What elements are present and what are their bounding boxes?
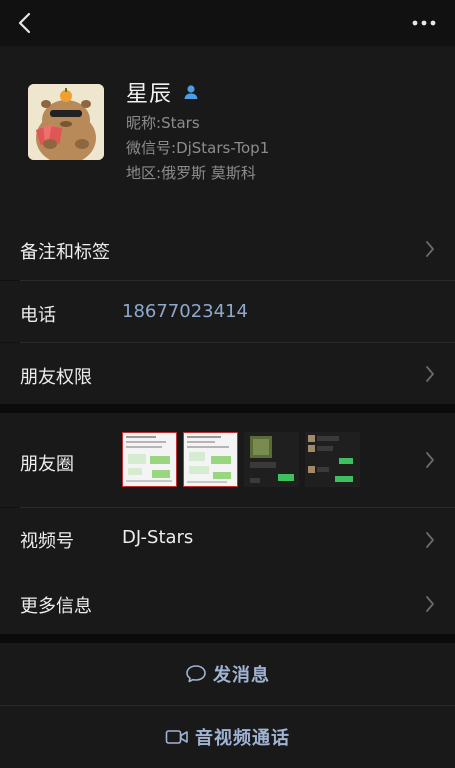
- nickname-label: 昵称:: [126, 114, 162, 132]
- channels-value: DJ-Stars: [122, 527, 194, 548]
- channels-row[interactable]: 视频号 DJ-Stars: [0, 508, 455, 570]
- phone-label: 电话: [20, 305, 56, 326]
- chevron-right-icon: [426, 366, 434, 382]
- phone-row[interactable]: 电话 18677023414: [0, 281, 455, 342]
- capybara-avatar-icon: [28, 84, 104, 160]
- video-call-button[interactable]: 音视频通话: [0, 706, 455, 768]
- remark-and-tags-row[interactable]: 备注和标签: [0, 218, 455, 280]
- chat-bubble-icon: [186, 665, 206, 683]
- nickname-value: Stars: [161, 114, 200, 132]
- more-options-icon[interactable]: [411, 12, 437, 34]
- moments-thumbnail: [122, 432, 177, 487]
- male-gender-icon: [184, 85, 198, 99]
- moments-thumbnail: [183, 432, 238, 487]
- region-value: 俄罗斯 莫斯科: [161, 164, 256, 182]
- moments-label: 朋友圈: [20, 454, 74, 475]
- section-gap: [0, 404, 455, 413]
- name-row: 星辰: [126, 76, 200, 108]
- channels-label: 视频号: [20, 531, 74, 552]
- chevron-right-icon: [426, 452, 434, 468]
- chat-screenshot-icon: [244, 432, 299, 487]
- video-call-label: 音视频通话: [195, 728, 290, 749]
- more-info-row[interactable]: 更多信息: [0, 570, 455, 634]
- region-label: 地区:: [126, 164, 162, 182]
- contact-name: 星辰: [126, 82, 173, 107]
- remark-label: 备注和标签: [20, 242, 110, 263]
- top-bar: [0, 0, 455, 46]
- permissions-label: 朋友权限: [20, 367, 92, 388]
- phone-number-link[interactable]: 18677023414: [122, 301, 248, 322]
- send-message-label: 发消息: [213, 665, 270, 686]
- friend-permissions-row[interactable]: 朋友权限: [0, 343, 455, 404]
- chat-screenshot-icon: [183, 432, 238, 487]
- moments-thumbnail: [244, 432, 299, 487]
- wechat-id-line: 微信号:DjStars-Top1: [126, 137, 269, 158]
- nickname-line: 昵称:Stars: [126, 112, 200, 133]
- wechat-id-label: 微信号:: [126, 139, 177, 157]
- chevron-right-icon: [426, 241, 434, 257]
- avatar[interactable]: [28, 84, 104, 160]
- chat-screenshot-icon: [305, 432, 360, 487]
- chevron-right-icon: [426, 532, 434, 548]
- region-line: 地区:俄罗斯 莫斯科: [126, 162, 256, 183]
- chevron-right-icon: [426, 596, 434, 612]
- profile-header: 星辰 昵称:Stars 微信号:DjStars-Top1 地区:俄罗斯 莫斯科: [0, 46, 455, 218]
- video-camera-icon: [165, 730, 188, 744]
- moments-thumbnail: [305, 432, 360, 487]
- moments-row[interactable]: 朋友圈: [0, 413, 455, 507]
- more-info-label: 更多信息: [20, 596, 92, 617]
- wechat-id-value: DjStars-Top1: [176, 139, 270, 157]
- back-arrow-icon[interactable]: [14, 10, 38, 36]
- send-message-button[interactable]: 发消息: [0, 643, 455, 705]
- section-gap: [0, 634, 455, 643]
- chat-screenshot-icon: [122, 432, 177, 487]
